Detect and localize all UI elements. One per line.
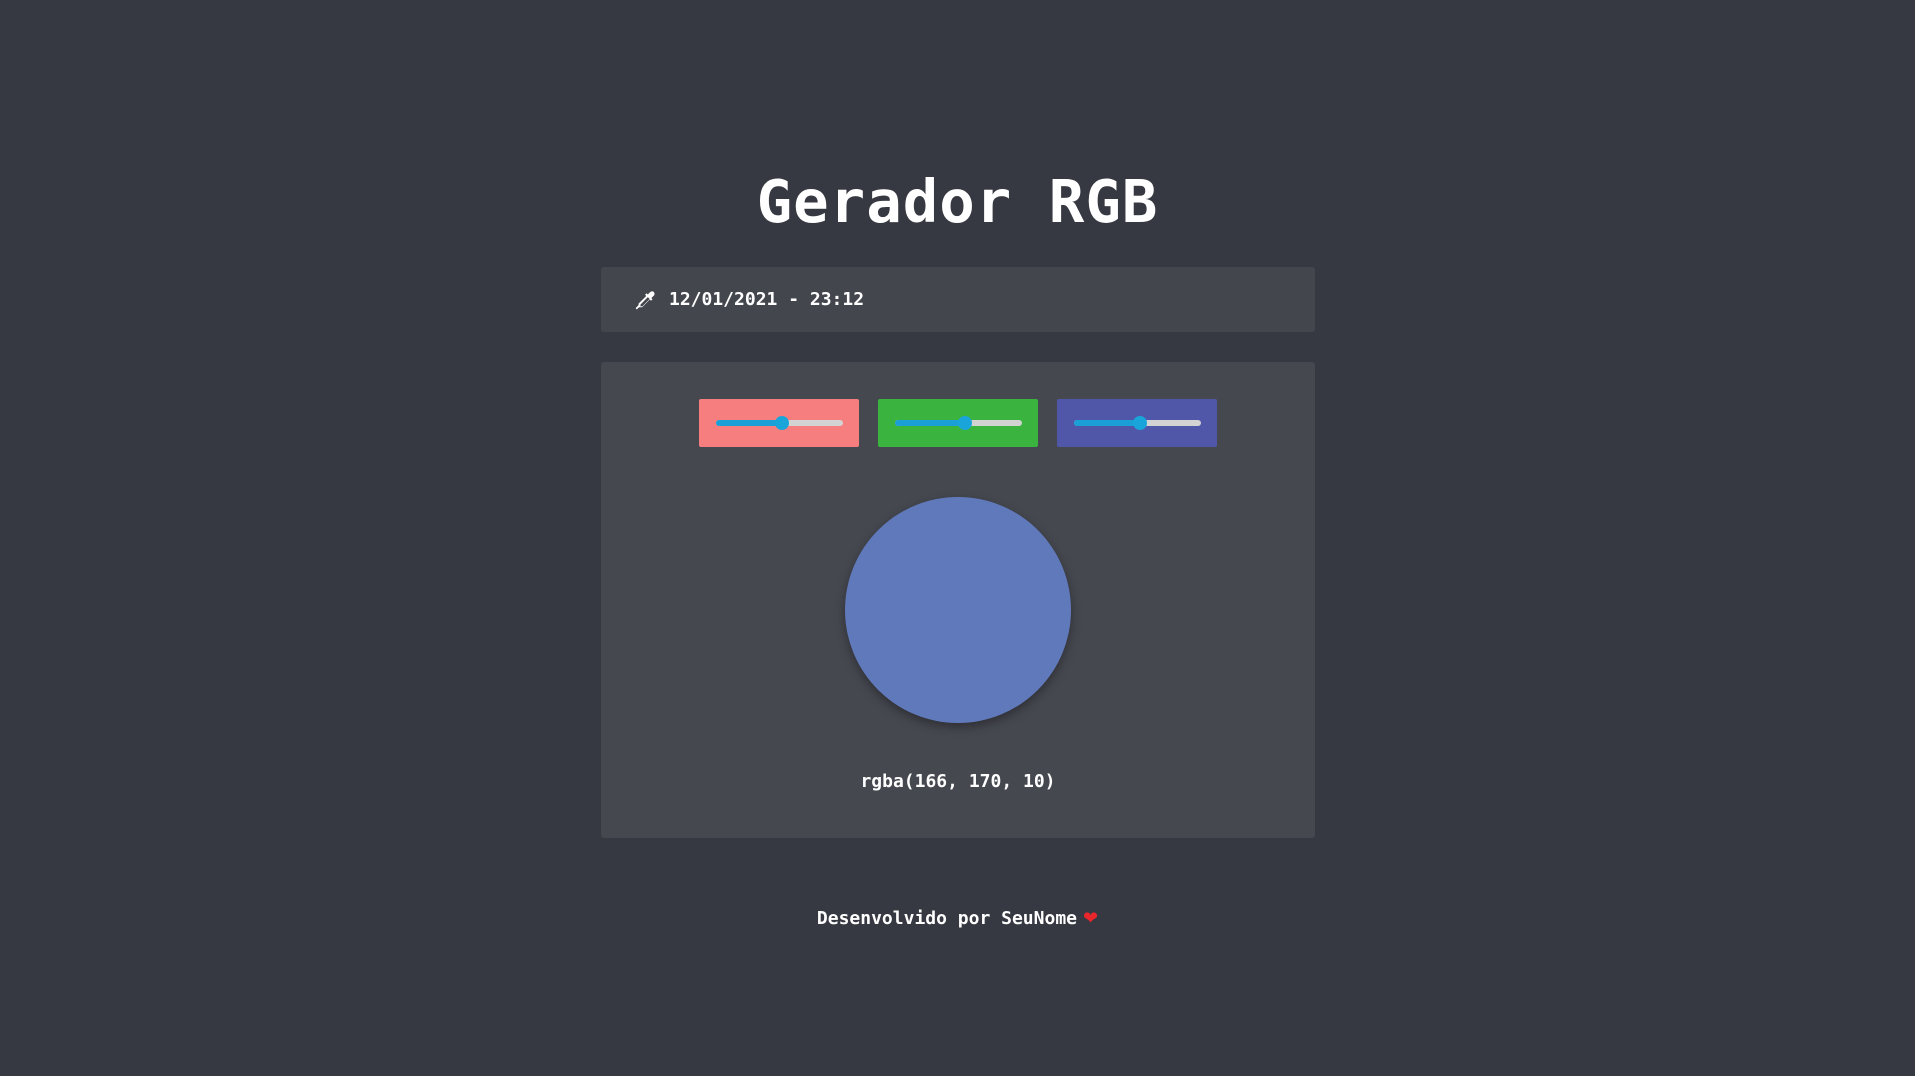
date-bar: 12/01/2021 - 23:12 [601, 267, 1315, 332]
red-slider-fill [716, 420, 783, 426]
red-slider-box [699, 399, 859, 447]
green-slider-thumb[interactable] [957, 416, 972, 430]
green-slider-fill [895, 420, 965, 426]
green-slider-box [878, 399, 1038, 447]
color-panel: rgba(166, 170, 10) [601, 362, 1315, 838]
footer: Desenvolvido por SeuNome ❤ [0, 907, 1915, 931]
blue-slider-fill [1074, 420, 1141, 426]
rgba-value-text: rgba(166, 170, 10) [860, 771, 1056, 792]
eyedropper-icon [633, 288, 657, 312]
footer-text: Desenvolvido por SeuNome [816, 908, 1077, 929]
blue-slider[interactable] [1074, 416, 1201, 430]
green-slider[interactable] [895, 416, 1022, 430]
red-slider[interactable] [716, 416, 843, 430]
heart-icon: ❤ [1083, 908, 1099, 929]
blue-slider-box [1057, 399, 1217, 447]
blue-slider-thumb[interactable] [1133, 416, 1148, 430]
date-time-text: 12/01/2021 - 23:12 [669, 288, 865, 310]
red-slider-thumb[interactable] [775, 416, 790, 430]
color-preview-circle [845, 497, 1071, 723]
page-title: Gerador RGB [756, 167, 1159, 236]
